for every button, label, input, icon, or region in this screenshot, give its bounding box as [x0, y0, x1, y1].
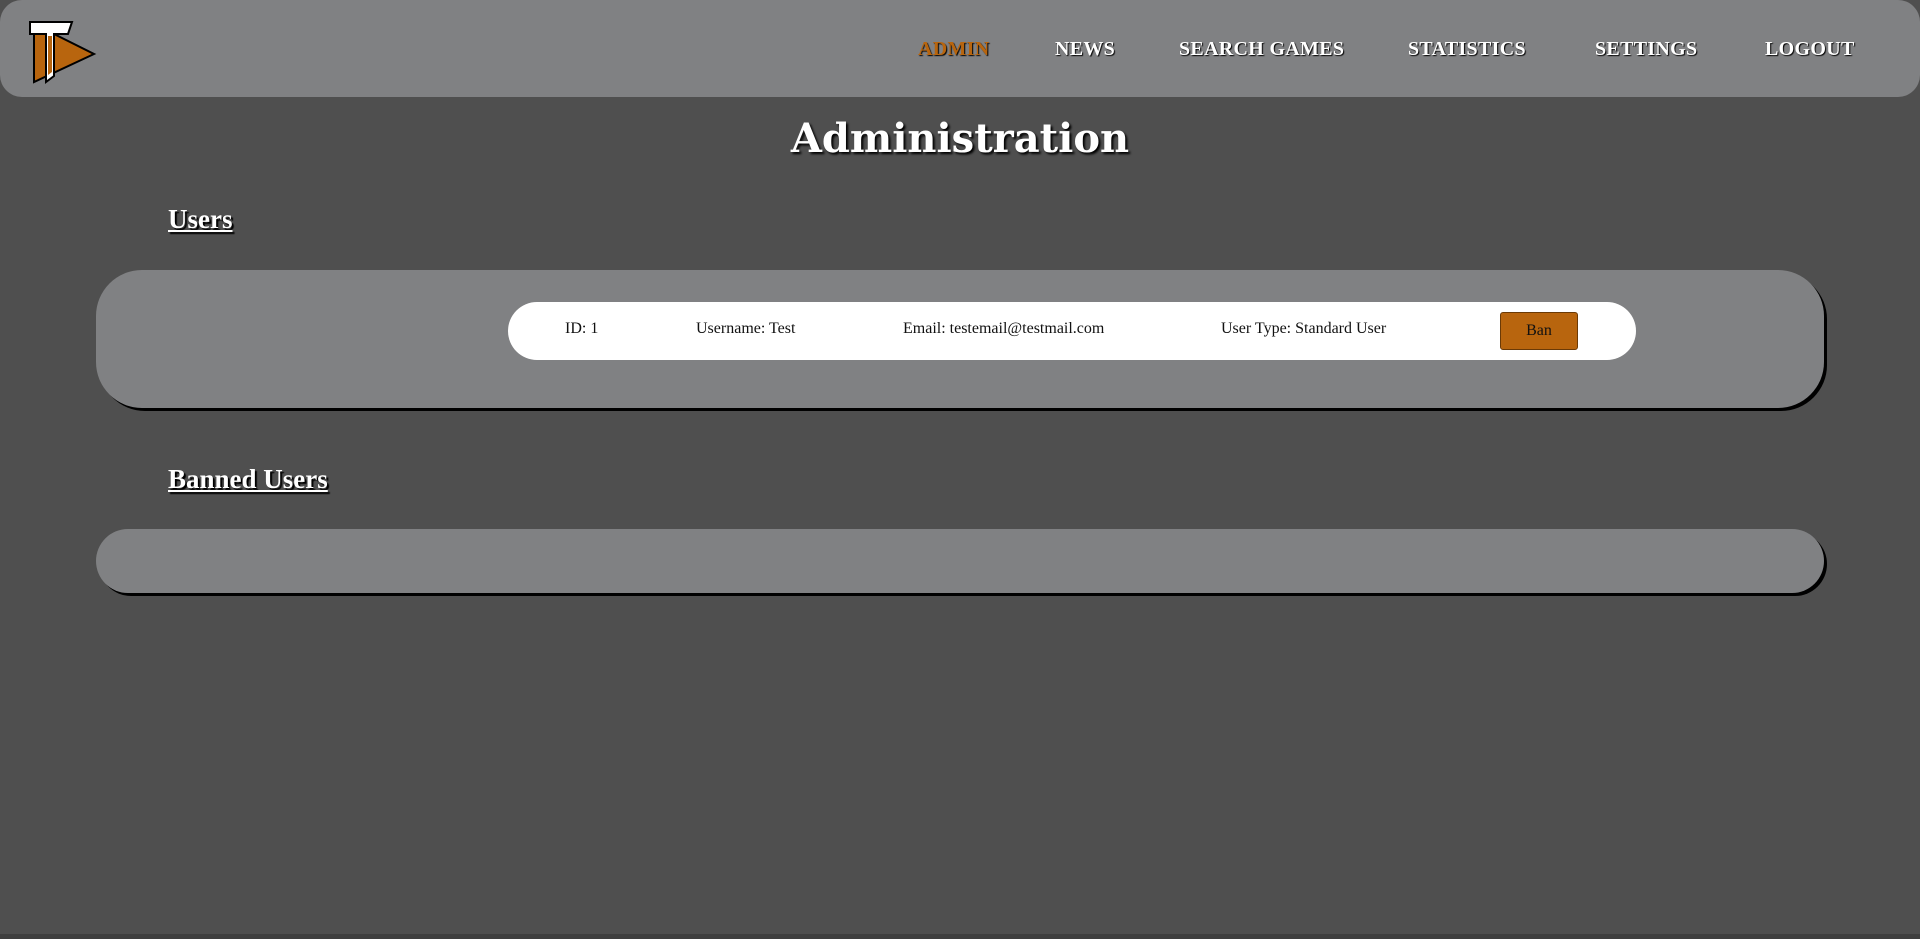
nav-news[interactable]: NEWS: [1055, 38, 1115, 61]
site-logo-icon[interactable]: [28, 20, 98, 84]
top-navbar: ADMIN NEWS SEARCH GAMES STATISTICS SETTI…: [0, 0, 1920, 97]
user-username: Username: Test: [696, 320, 796, 337]
user-row: ID: 1 Username: Test Email: testemail@te…: [508, 302, 1636, 360]
user-id: ID: 1: [565, 320, 599, 337]
banned-users-panel: [96, 529, 1824, 593]
users-panel: ID: 1 Username: Test Email: testemail@te…: [96, 270, 1824, 408]
page-title: Administration: [790, 115, 1130, 162]
banned-users-section-title: Banned Users: [168, 464, 328, 494]
user-type: User Type: Standard User: [1221, 320, 1387, 337]
ban-button[interactable]: Ban: [1500, 312, 1578, 350]
nav-settings[interactable]: SETTINGS: [1595, 38, 1697, 61]
user-email: Email: testemail@testmail.com: [903, 320, 1105, 337]
bottom-strip: [0, 934, 1920, 939]
nav-search-games[interactable]: SEARCH GAMES: [1179, 38, 1344, 61]
nav-logout[interactable]: LOGOUT: [1765, 38, 1855, 61]
nav-statistics[interactable]: STATISTICS: [1408, 38, 1526, 61]
nav-admin[interactable]: ADMIN: [918, 38, 990, 61]
users-section-title: Users: [168, 204, 233, 234]
